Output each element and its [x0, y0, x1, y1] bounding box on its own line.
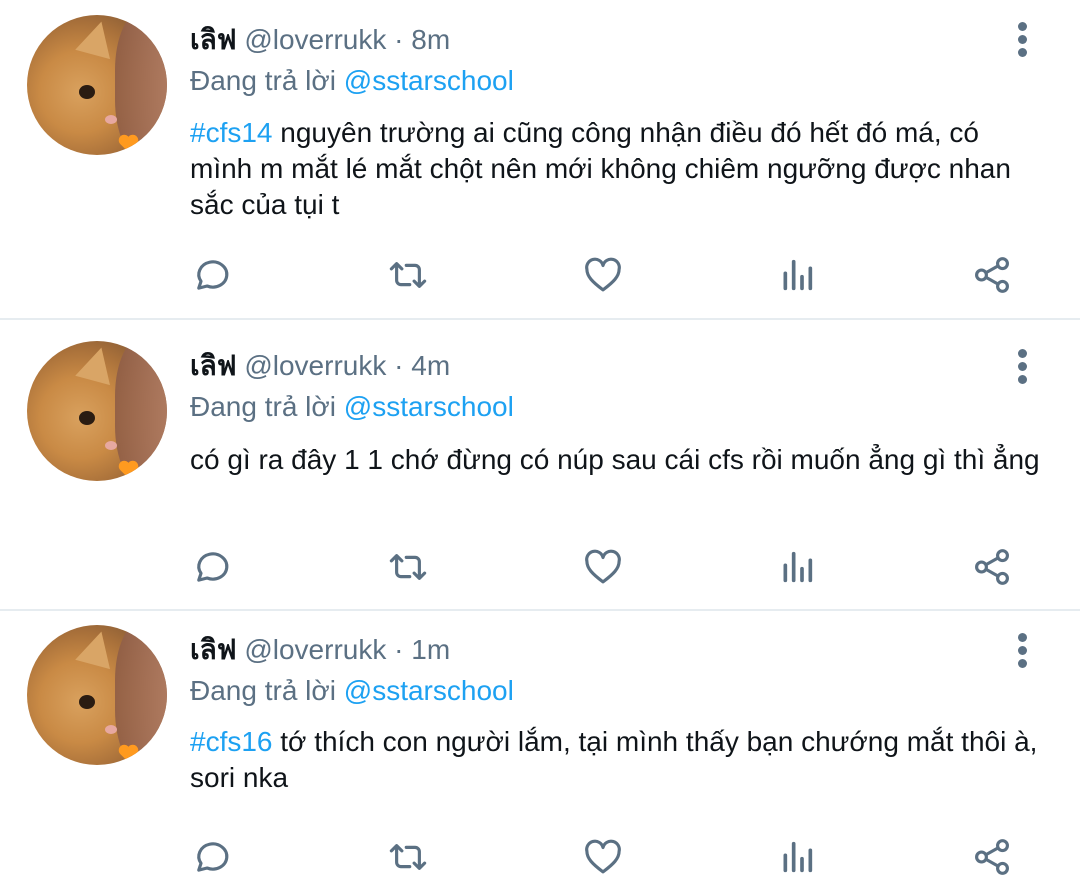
retweet-button[interactable] — [383, 832, 433, 882]
user-handle[interactable]: @loverrukk — [244, 634, 386, 665]
avatar-cat-ear — [75, 16, 119, 60]
hashtag-link[interactable]: #cfs14 — [190, 117, 273, 148]
display-name[interactable]: เลิฟ — [190, 350, 237, 381]
retweet-icon — [389, 844, 427, 870]
share-icon — [975, 257, 1009, 293]
display-name[interactable]: เลิฟ — [190, 634, 237, 665]
separator: · — [394, 350, 404, 381]
like-icon — [585, 257, 621, 292]
reply-mention-link[interactable]: @sstarschool — [344, 65, 514, 96]
tweet-header: เลิฟ @loverrukk · 4m — [190, 348, 450, 384]
tweet[interactable]: เลิฟ @loverrukk · 4m Đang trả lời @sstar… — [0, 320, 1080, 611]
hashtag-link[interactable]: #cfs16 — [190, 726, 273, 757]
avatar-cat-eye — [79, 411, 95, 425]
tweet-body-text: có gì ra đây 1 1 chớ đừng có núp sau cái… — [190, 444, 1040, 475]
reply-mention-link[interactable]: @sstarschool — [344, 675, 514, 706]
analytics-button[interactable] — [772, 832, 822, 882]
replying-to-label: Đang trả lời — [190, 675, 336, 706]
retweet-icon — [389, 262, 427, 288]
like-button[interactable] — [578, 832, 628, 882]
replying-to-label: Đang trả lời — [190, 65, 336, 96]
separator: · — [394, 634, 404, 665]
tweet[interactable]: เลิฟ @loverrukk · 1m Đang trả lời @sstar… — [0, 611, 1080, 895]
like-icon — [585, 839, 621, 874]
tweet-body-text: nguyên trường ai cũng công nhận điều đó … — [190, 117, 1011, 220]
timestamp[interactable]: 1m — [411, 634, 450, 665]
avatar-cat-nose — [105, 441, 117, 450]
avatar-cat-ear — [75, 342, 119, 386]
reply-mention-link[interactable]: @sstarschool — [344, 391, 514, 422]
user-handle[interactable]: @loverrukk — [244, 350, 386, 381]
like-icon — [585, 549, 621, 584]
share-button[interactable] — [967, 250, 1017, 300]
reply-icon — [197, 842, 229, 872]
avatar-cat-ear — [75, 626, 119, 670]
reply-button[interactable] — [186, 832, 236, 882]
replying-to: Đang trả lời @sstarschool — [190, 389, 514, 425]
retweet-icon — [389, 554, 427, 580]
user-handle[interactable]: @loverrukk — [244, 24, 386, 55]
avatar-cat-nose — [105, 115, 117, 124]
action-bar — [0, 250, 1080, 300]
tweet-body-text: tớ thích con người lắm, tại mình thấy bạ… — [190, 726, 1038, 793]
tweet[interactable]: เลิฟ @loverrukk · 8m Đang trả lời @sstar… — [0, 0, 1080, 320]
analytics-button[interactable] — [772, 250, 822, 300]
reply-icon — [197, 552, 229, 582]
retweet-button[interactable] — [383, 250, 433, 300]
like-button[interactable] — [578, 250, 628, 300]
more-options-icon[interactable] — [1008, 633, 1038, 669]
tweet-header: เลิฟ @loverrukk · 1m — [190, 632, 450, 668]
analytics-icon — [783, 551, 813, 583]
reply-icon — [197, 260, 229, 290]
avatar[interactable] — [27, 15, 167, 155]
analytics-button[interactable] — [772, 542, 822, 592]
timestamp[interactable]: 8m — [411, 24, 450, 55]
tweet-text: #cfs14 nguyên trường ai cũng công nhận đ… — [190, 115, 1040, 223]
display-name[interactable]: เลิฟ — [190, 24, 237, 55]
more-options-icon[interactable] — [1008, 349, 1038, 385]
tweet-text: có gì ra đây 1 1 chớ đừng có núp sau cái… — [190, 442, 1040, 478]
more-options-icon[interactable] — [1008, 22, 1038, 58]
avatar-cat-nose — [105, 725, 117, 734]
replying-to-label: Đang trả lời — [190, 391, 336, 422]
reply-button[interactable] — [186, 250, 236, 300]
reply-button[interactable] — [186, 542, 236, 592]
share-icon — [975, 839, 1009, 875]
action-bar — [0, 832, 1080, 882]
share-button[interactable] — [967, 832, 1017, 882]
action-bar — [0, 542, 1080, 592]
analytics-icon — [783, 259, 813, 291]
like-button[interactable] — [578, 542, 628, 592]
timestamp[interactable]: 4m — [411, 350, 450, 381]
replying-to: Đang trả lời @sstarschool — [190, 63, 514, 99]
share-icon — [975, 549, 1009, 585]
analytics-icon — [783, 841, 813, 873]
avatar-cat-eye — [79, 85, 95, 99]
avatar-cat-eye — [79, 695, 95, 709]
replying-to: Đang trả lời @sstarschool — [190, 673, 514, 709]
avatar[interactable] — [27, 625, 167, 765]
retweet-button[interactable] — [383, 542, 433, 592]
separator: · — [394, 24, 404, 55]
avatar[interactable] — [27, 341, 167, 481]
share-button[interactable] — [967, 542, 1017, 592]
tweet-header: เลิฟ @loverrukk · 8m — [190, 22, 450, 58]
tweet-text: #cfs16 tớ thích con người lắm, tại mình … — [190, 724, 1040, 796]
